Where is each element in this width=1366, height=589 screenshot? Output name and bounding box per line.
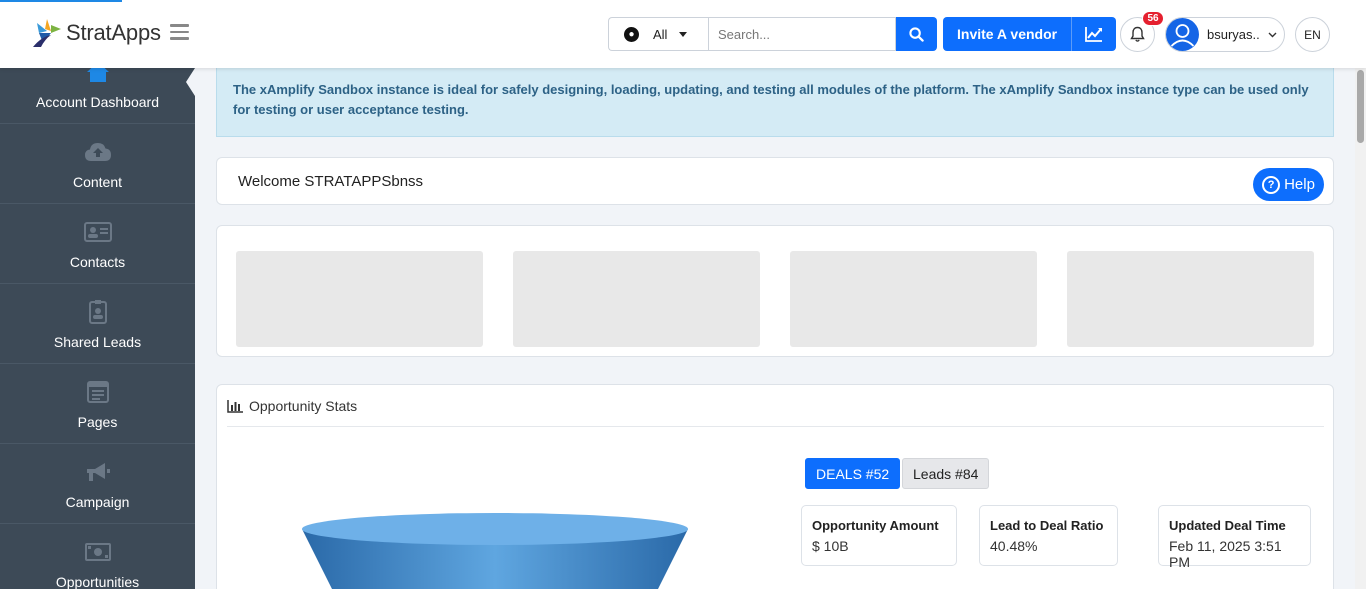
welcome-card: Welcome STRATAPPSbnss ? Help — [216, 157, 1334, 205]
chevron-down-icon — [1268, 32, 1277, 37]
stat-label: Updated Deal Time — [1169, 518, 1286, 533]
analytics-button[interactable] — [1071, 17, 1117, 51]
stat-label: Lead to Deal Ratio — [990, 518, 1104, 533]
logo[interactable]: StratApps — [33, 17, 161, 49]
notification-count-badge: 56 — [1142, 11, 1164, 26]
megaphone-icon — [85, 460, 111, 484]
divider — [227, 426, 1324, 427]
line-chart-icon — [1085, 27, 1103, 42]
tab-deals[interactable]: DEALS #52 — [805, 458, 901, 489]
stat-value: 40.48% — [990, 538, 1038, 554]
opportunity-stats-card: Opportunity Stats DEALS #52 Leads #84 Op… — [216, 384, 1334, 589]
page-scrollbar[interactable] — [1355, 68, 1366, 589]
stat-updated-deal-time: Updated Deal Time Feb 11, 2025 3:51 PM — [1158, 505, 1311, 570]
stat-value: $ 10B — [812, 538, 849, 554]
bar-chart-icon — [227, 399, 243, 413]
sidebar-item-pages[interactable]: Pages — [0, 364, 195, 444]
language-selector[interactable]: EN — [1295, 17, 1330, 52]
cloud-upload-icon — [84, 140, 112, 164]
summary-cards-loading — [216, 225, 1334, 357]
stat-opportunity-amount: Opportunity Amount $ 10B — [801, 505, 957, 566]
funnel-chart — [302, 513, 688, 589]
sidebar-item-label: Pages — [77, 414, 118, 430]
sidebar-item-shared-leads[interactable]: Shared Leads — [0, 284, 195, 364]
sidebar-item-contacts[interactable]: Contacts — [0, 204, 195, 284]
active-nav-indicator — [186, 68, 195, 96]
invite-group: Invite A vendor — [943, 17, 1117, 51]
badge-icon — [88, 300, 107, 324]
sidebar-item-opportunities[interactable]: Opportunities — [0, 524, 195, 589]
skeleton-card — [1067, 251, 1314, 347]
page-icon — [86, 380, 109, 404]
money-icon — [84, 540, 111, 564]
home-icon — [86, 68, 110, 84]
user-icon — [1170, 24, 1195, 47]
stat-label: Opportunity Amount — [812, 518, 939, 533]
sidebar-item-label: Shared Leads — [53, 334, 142, 350]
sidebar-item-content[interactable]: Content — [0, 124, 195, 204]
help-label: Help — [1284, 176, 1315, 193]
help-button[interactable]: ? Help — [1253, 168, 1324, 201]
sidebar-item-account-dashboard[interactable]: Account Dashboard — [0, 68, 195, 124]
sidebar-item-label: Contacts — [69, 254, 126, 270]
search-group: ● All — [608, 17, 937, 51]
username: bsuryas.. — [1207, 27, 1260, 42]
sidebar-item-campaign[interactable]: Campaign — [0, 444, 195, 524]
sidebar: Account Dashboard Content Contacts Share… — [0, 68, 195, 589]
search-scope-select[interactable]: ● All — [608, 17, 708, 51]
funnel-top — [302, 513, 688, 545]
caret-down-icon — [679, 31, 688, 37]
sidebar-item-label: Campaign — [65, 494, 130, 510]
menu-toggle-icon[interactable] — [170, 24, 189, 40]
invite-vendor-button[interactable]: Invite A vendor — [943, 17, 1072, 51]
accessibility-icon: ● — [624, 26, 639, 42]
logo-text: StratApps — [66, 20, 161, 45]
sidebar-item-label: Content — [72, 174, 123, 190]
stats-title: Opportunity Stats — [249, 398, 358, 414]
sidebar-item-label: Opportunities — [55, 574, 140, 589]
welcome-title: Welcome STRATAPPSbnss — [238, 173, 424, 190]
sandbox-info-alert: The xAmplify Sandbox instance is ideal f… — [216, 68, 1334, 137]
avatar — [1166, 18, 1199, 51]
skeleton-card — [790, 251, 1037, 347]
search-input[interactable] — [708, 17, 896, 51]
search-scope-label: All — [653, 26, 668, 42]
contact-card-icon — [83, 220, 112, 244]
stats-header: Opportunity Stats — [227, 398, 357, 414]
page-load-progress — [0, 0, 122, 2]
question-circle-icon: ? — [1262, 175, 1281, 194]
skeleton-card — [513, 251, 760, 347]
bell-icon — [1130, 26, 1145, 42]
search-button[interactable] — [896, 17, 937, 51]
user-menu[interactable]: bsuryas.. — [1165, 17, 1285, 52]
scrollbar-thumb[interactable] — [1357, 70, 1364, 143]
stat-lead-to-deal-ratio: Lead to Deal Ratio 40.48% — [979, 505, 1118, 566]
stratapps-logo-icon — [33, 19, 61, 47]
skeleton-card — [236, 251, 483, 347]
tab-leads[interactable]: Leads #84 — [902, 458, 990, 489]
top-header: StratApps ● All Invite A vendor 56 bsury… — [0, 0, 1366, 68]
stat-value: Feb 11, 2025 3:51 PM — [1169, 538, 1282, 570]
search-icon — [909, 26, 924, 42]
sidebar-item-label: Account Dashboard — [36, 94, 159, 110]
